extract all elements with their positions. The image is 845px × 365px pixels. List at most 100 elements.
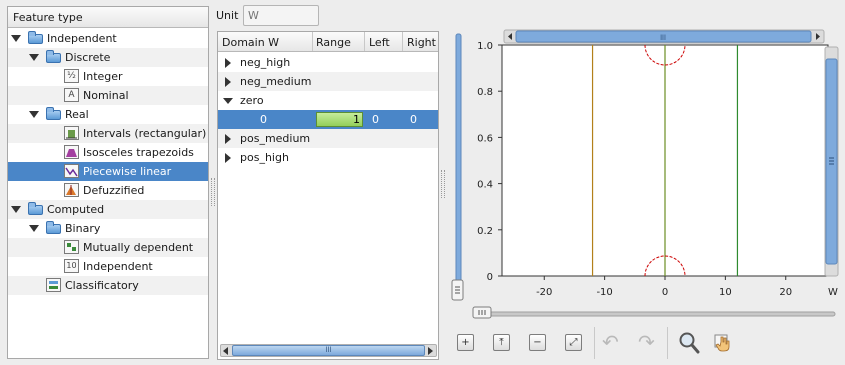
tree-item-independent[interactable]: Independent <box>8 29 208 48</box>
collapse-toggle-icon[interactable] <box>29 54 39 61</box>
tree-item-label: Isosceles trapezoids <box>83 146 194 159</box>
splitter-handle[interactable] <box>441 170 445 198</box>
tree-item-label: Independent <box>47 32 117 45</box>
horizontal-zoom-track[interactable] <box>472 311 836 317</box>
tree-item-real[interactable]: Real <box>8 105 208 124</box>
term-table: Domain W Range Left Right neg_high neg_m… <box>217 31 439 360</box>
scrollbar-thumb[interactable]: lll <box>232 345 425 356</box>
column-header-left[interactable]: Left <box>369 36 390 49</box>
tree-item-piecewise-linear[interactable]: Piecewise linear <box>8 162 208 181</box>
scroll-grip: lll <box>660 34 666 42</box>
collapse-toggle-icon[interactable] <box>11 35 21 42</box>
expand-toggle-icon[interactable] <box>225 77 231 87</box>
y-tick-label: 0.2 <box>477 226 493 237</box>
minus-icon: − <box>533 337 542 348</box>
row-label: zero <box>240 94 264 107</box>
undo-icon: ↶ <box>602 330 619 354</box>
column-divider[interactable] <box>364 32 365 51</box>
table-row-pos-high[interactable]: pos_high <box>218 148 438 167</box>
range-cell-editor[interactable]: 1 <box>316 112 363 127</box>
vertical-zoom-track[interactable] <box>455 33 462 283</box>
table-row-neg-high[interactable]: neg_high <box>218 53 438 72</box>
undo-button[interactable]: ↶ <box>602 330 619 354</box>
column-header-domain[interactable]: Domain W <box>222 36 279 49</box>
defuzzified-type-icon <box>64 183 79 197</box>
column-divider[interactable] <box>402 32 403 51</box>
y-tick-label: 0.8 <box>477 87 493 98</box>
toolbar-separator <box>667 327 668 359</box>
collapse-toggle-icon[interactable] <box>29 225 39 232</box>
table-row-pos-medium[interactable]: pos_medium <box>218 129 438 148</box>
domain-cell[interactable]: 0 <box>260 113 267 126</box>
scroll-left-icon[interactable] <box>223 347 228 355</box>
expand-toggle-icon[interactable] <box>225 58 231 68</box>
folder-icon <box>46 50 61 63</box>
tree-item-computed[interactable]: Computed <box>8 200 208 219</box>
tree-item-binary-independent[interactable]: 10 Independent <box>8 257 208 276</box>
magnifier-icon <box>679 332 700 354</box>
scroll-right-icon[interactable] <box>428 347 433 355</box>
interval-type-icon <box>64 126 79 140</box>
plus-icon: + <box>461 337 470 348</box>
tree-header[interactable]: Feature type <box>8 7 208 28</box>
tree-item-mutually-dependent[interactable]: Mutually dependent <box>8 238 208 257</box>
x-axis-unit-label: W <box>828 287 838 298</box>
x-tick-label: 0 <box>662 287 668 298</box>
table-row-neg-medium[interactable]: neg_medium <box>218 72 438 91</box>
table-horizontal-scrollbar[interactable]: lll <box>220 344 437 357</box>
tree-item-discrete[interactable]: Discrete <box>8 48 208 67</box>
y-tick-label: 0 <box>487 272 493 283</box>
folder-icon <box>28 202 43 215</box>
tree-item-label: Independent <box>83 260 153 273</box>
fit-view-button[interactable]: ⤢ <box>565 334 582 351</box>
trapezoid-type-icon <box>64 145 79 159</box>
left-cell[interactable]: 0 <box>372 113 379 126</box>
tree-item-trapezoids[interactable]: Isosceles trapezoids <box>8 143 208 162</box>
table-row-zero[interactable]: zero <box>218 91 438 110</box>
collapse-toggle-icon[interactable] <box>29 111 39 118</box>
row-label: neg_medium <box>240 75 312 88</box>
x-tick-label: 10 <box>719 287 732 298</box>
tree-item-defuzzified[interactable]: Defuzzified <box>8 181 208 200</box>
tree-item-binary[interactable]: Binary <box>8 219 208 238</box>
remove-point-button[interactable]: − <box>529 334 546 351</box>
y-tick-label: 0.6 <box>477 133 493 144</box>
x-tick-label: -20 <box>536 287 552 298</box>
row-label: pos_medium <box>240 132 311 145</box>
right-cell[interactable]: 0 <box>410 113 417 126</box>
toolbar-separator <box>594 327 595 359</box>
hand-icon <box>714 334 730 352</box>
x-tick-label: 20 <box>779 287 792 298</box>
folder-icon <box>46 107 61 120</box>
pan-button[interactable] <box>713 333 733 356</box>
tree-item-label: Mutually dependent <box>83 241 194 254</box>
redo-button[interactable]: ↷ <box>638 330 655 354</box>
y-tick-label: 1.0 <box>477 41 493 52</box>
expand-toggle-icon[interactable] <box>225 153 231 163</box>
nominal-type-icon: A <box>64 88 79 102</box>
tree-item-intervals[interactable]: Intervals (rectangular) <box>8 124 208 143</box>
collapse-toggle-icon[interactable] <box>11 206 21 213</box>
column-header-right[interactable]: Right <box>407 36 436 49</box>
add-point-button[interactable]: + <box>457 334 474 351</box>
tree-item-label: Defuzzified <box>83 184 145 197</box>
zoom-button[interactable] <box>678 331 700 358</box>
unit-input[interactable] <box>243 5 319 26</box>
binary-independent-icon: 10 <box>64 259 79 273</box>
unit-label: Unit <box>216 9 239 22</box>
classificatory-icon <box>46 278 61 292</box>
column-divider[interactable] <box>312 32 313 51</box>
row-label: neg_high <box>240 56 291 69</box>
expand-toggle-icon[interactable] <box>225 134 231 144</box>
tree-item-classificatory[interactable]: Classificatory <box>8 276 208 295</box>
insert-point-button[interactable]: ⤒ <box>493 334 510 351</box>
column-header-range[interactable]: Range <box>316 36 351 49</box>
membership-chart[interactable]: 0 0.2 0.4 0.6 0.8 1.0 -20 -10 0 10 20 W lll <box>449 28 841 322</box>
integer-type-icon: ½ <box>64 69 79 83</box>
tree-item-label: Classificatory <box>65 279 139 292</box>
tree-item-nominal[interactable]: A Nominal <box>8 86 208 105</box>
tree-item-integer[interactable]: ½ Integer <box>8 67 208 86</box>
collapse-toggle-icon[interactable] <box>223 98 233 104</box>
splitter-handle[interactable] <box>211 178 215 206</box>
table-row-point[interactable]: 0 1 0 0 <box>218 110 438 129</box>
